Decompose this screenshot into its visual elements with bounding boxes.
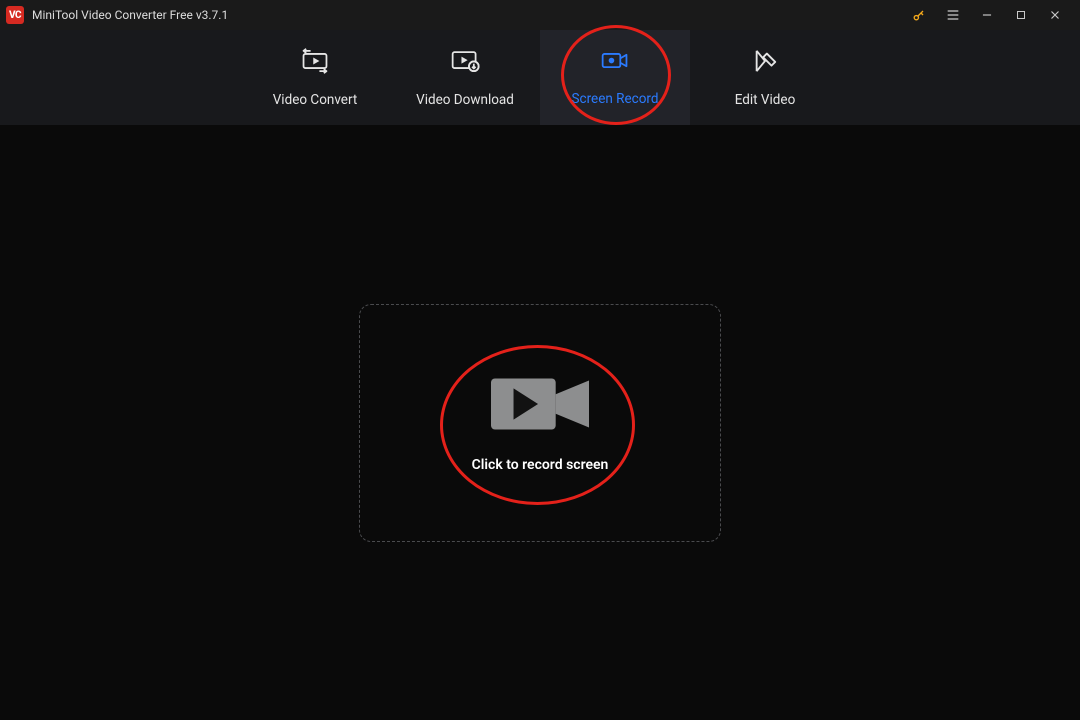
annotation-overlay bbox=[0, 0, 1080, 720]
highlight-ring-tab bbox=[561, 25, 671, 125]
highlight-ring-main bbox=[440, 345, 635, 505]
